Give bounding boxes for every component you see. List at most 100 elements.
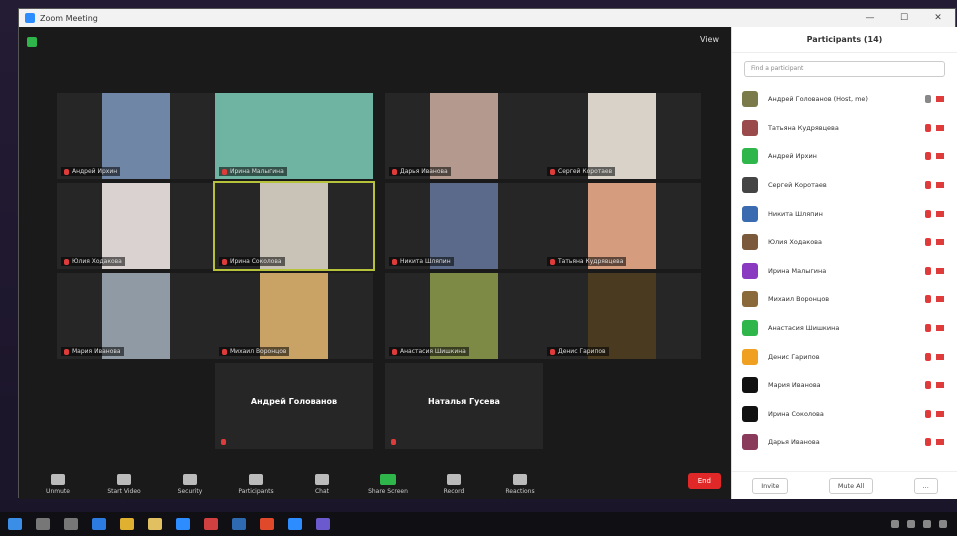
unmute-button[interactable]: Unmute [29,474,87,495]
video-off-icon [936,239,944,246]
smile-icon [513,474,527,485]
tile-name: Дарья Иванова [400,168,448,175]
video-tile[interactable]: Ирина Малыгина [215,93,373,179]
video-off-icon [936,439,944,446]
people-icon [249,474,263,485]
participant-row[interactable]: Ирина Малыгина [732,257,957,286]
view-button[interactable]: View [700,35,719,44]
toolbar-label: Share Screen [368,488,408,495]
zoom-icon [25,13,35,23]
start-icon[interactable] [8,518,22,530]
participant-row[interactable]: Никита Шляпин [732,199,957,228]
app-icon[interactable] [316,518,330,530]
battery-icon[interactable] [923,520,931,528]
network-icon[interactable] [891,520,899,528]
maximize-button[interactable]: ☐ [887,13,921,23]
video-tile[interactable]: Сергей Коротаев [543,93,701,179]
video-off-icon [936,296,944,303]
end-meeting-button[interactable]: End [687,473,721,489]
search-icon[interactable] [36,518,50,530]
panel-footer: Invite Mute All ... [732,471,957,499]
participant-status [925,266,944,275]
participant-row[interactable]: Мария Иванова [732,371,957,400]
tile-name: Ирина Малыгина [230,168,284,175]
task-view-icon[interactable] [64,518,78,530]
chrome-icon[interactable] [204,518,218,530]
video-tile[interactable]: Ирина Соколова [213,181,375,271]
meeting-toolbar: Unmute Start Video Security Participants Cha… [19,465,731,499]
shield-icon[interactable] [27,37,37,47]
video-tile[interactable]: Дарья Иванова [385,93,543,179]
reactions-button[interactable]: Reactions [491,474,549,495]
tile-name: Андрей Ирхин [72,168,118,175]
participant-row[interactable]: Юлия Ходакова [732,228,957,257]
mute-all-button[interactable]: Mute All [828,477,874,494]
tile-name-label: Мария Иванова [61,347,124,356]
participant-name: Андрей Ирхин [768,152,817,161]
video-tile[interactable]: Андрей Ирхин [57,93,215,179]
participant-name: Денис Гарипов [768,352,820,361]
video-tile[interactable]: Татьяна Кудрявцева [543,183,701,269]
microphone-icon [51,474,65,485]
mail-icon[interactable] [176,518,190,530]
tile-name: Ирина Соколова [230,258,282,265]
folder-icon[interactable] [120,518,134,530]
record-button[interactable]: Record [425,474,483,495]
powerpoint-icon[interactable] [260,518,274,530]
participants-button[interactable]: Participants [227,474,285,495]
avatar [742,119,758,136]
participant-row[interactable]: Татьяна Кудрявцева [732,114,957,143]
tile-name-label: Анастасия Шишкина [389,347,469,356]
participant-name: Юлия Ходакова [768,238,822,247]
edge-icon[interactable] [92,518,106,530]
tile-name-label: Андрей Ирхин [61,167,121,176]
video-tile[interactable]: Мария Иванова [57,273,215,359]
store-icon[interactable] [148,518,162,530]
avatar [742,91,758,108]
video-tile[interactable]: Денис Гарипов [543,273,701,359]
participant-status [925,295,944,304]
share-screen-button[interactable]: Share Screen [359,474,417,495]
share-icon [380,474,396,485]
security-button[interactable]: Security [161,474,219,495]
minimize-button[interactable]: — [853,13,887,23]
avatar [742,205,758,222]
video-tile[interactable]: Михаил Воронцов [215,273,373,359]
chat-button[interactable]: Chat [293,474,351,495]
participant-name: Татьяна Кудрявцева [768,123,839,132]
system-tray [891,520,957,528]
name-only-tile[interactable]: Наталья Гусева [385,363,543,449]
participant-row[interactable]: Михаил Воронцов [732,285,957,314]
notification-icon[interactable] [939,520,947,528]
zoom-taskbar-icon[interactable] [288,518,302,530]
mic-muted-icon [925,409,931,418]
participant-row[interactable]: Сергей Коротаев [732,171,957,200]
participant-status [925,209,944,218]
muted-mic-icon [222,348,227,355]
name-only-tile[interactable]: Андрей Голованов [215,363,373,449]
invite-button[interactable]: Invite [752,477,789,494]
more-button[interactable]: ... [913,477,938,494]
video-off-icon [936,182,944,189]
avatar [742,405,758,422]
participant-row[interactable]: Анастасия Шишкина [732,314,957,343]
record-icon [447,474,461,485]
close-button[interactable]: ✕ [921,13,955,23]
video-tile[interactable]: Анастасия Шишкина [385,273,543,359]
muted-mic-icon [550,168,555,175]
word-icon[interactable] [232,518,246,530]
video-tile[interactable]: Никита Шляпин [385,183,543,269]
taskbar [0,512,957,536]
volume-icon[interactable] [907,520,915,528]
participant-row[interactable]: Ирина Соколова [732,400,957,429]
start-video-button[interactable]: Start Video [95,474,153,495]
muted-mic-icon [392,258,397,265]
participant-row[interactable]: Денис Гарипов [732,342,957,371]
participant-search-input[interactable]: Find a participant [744,61,945,77]
participant-row[interactable]: Андрей Голованов (Host, me) [732,85,957,114]
video-off-icon [936,210,944,217]
video-tile[interactable]: Юлия Ходакова [57,183,215,269]
participant-row[interactable]: Дарья Иванова [732,428,957,457]
participant-row[interactable]: Андрей Ирхин [732,142,957,171]
mic-muted-icon [925,95,931,104]
